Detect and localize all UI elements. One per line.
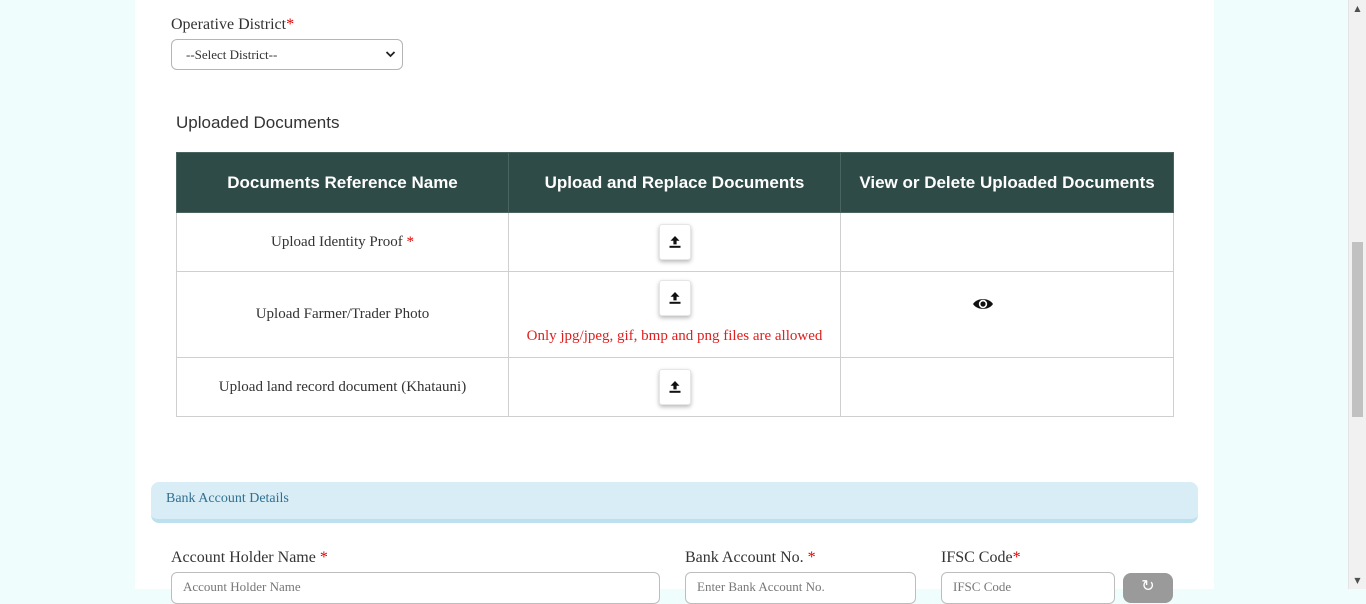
ifsc-label-text: IFSC Code [941, 549, 1013, 566]
required-mark: * [286, 16, 295, 33]
bank-account-placeholder: Enter Bank Account No. [697, 579, 825, 594]
chevron-down-icon [385, 40, 396, 81]
account-holder-name-input[interactable]: Account Holder Name [171, 572, 660, 604]
upload-icon [669, 292, 680, 304]
bank-account-number-input[interactable]: Enter Bank Account No. [685, 572, 916, 604]
upload-identity-proof-button[interactable] [658, 224, 691, 260]
document-name-cell: Upload land record document (Khatauni) [176, 357, 509, 417]
upload-cell: Only jpg/jpeg, gif, bmp and png files ar… [508, 271, 841, 358]
scroll-down-arrow-icon[interactable]: ▼ [1349, 572, 1366, 589]
view-delete-cell [840, 357, 1174, 417]
column-header-reference-name: Documents Reference Name [176, 152, 509, 213]
upload-farmer-photo-button[interactable] [658, 280, 691, 316]
column-header-view-delete: View or Delete Uploaded Documents [840, 152, 1174, 213]
account-holder-label-text: Account Holder Name [171, 549, 316, 566]
required-mark: * [319, 549, 328, 566]
view-delete-cell [840, 212, 1174, 272]
document-name: Upload land record document (Khatauni) [218, 378, 467, 395]
account-holder-placeholder: Account Holder Name [183, 579, 301, 594]
table-row: Upload Farmer/Trader Photo Only jpg/jpeg… [176, 271, 1174, 358]
uploaded-documents-title: Uploaded Documents [176, 113, 340, 132]
eye-icon[interactable] [972, 297, 994, 316]
file-type-note: Only jpg/jpeg, gif, bmp and png files ar… [526, 328, 823, 344]
document-name-cell: Upload Identity Proof * [176, 212, 509, 272]
district-label-text: Operative District [171, 16, 287, 33]
district-select[interactable]: --Select District-- [171, 39, 403, 70]
district-label: Operative District* [171, 16, 294, 34]
documents-table: Documents Reference Name Upload and Repl… [176, 152, 1174, 417]
upload-cell [508, 212, 841, 272]
upload-land-record-button[interactable] [658, 369, 691, 405]
district-select-value: --Select District-- [186, 47, 278, 62]
bank-details-panel-header: Bank Account Details [151, 482, 1198, 523]
column-header-upload-replace: Upload and Replace Documents [508, 152, 841, 213]
required-mark: * [807, 549, 816, 566]
upload-cell [508, 357, 841, 417]
scroll-up-arrow-icon[interactable]: ▲ [1349, 0, 1366, 17]
view-delete-cell [840, 271, 1174, 358]
ifsc-placeholder: IFSC Code [953, 579, 1012, 594]
scrollbar-thumb[interactable] [1352, 242, 1363, 417]
document-name-cell: Upload Farmer/Trader Photo [176, 271, 509, 358]
refresh-icon: ↻ [1141, 576, 1155, 595]
required-mark: * [406, 233, 414, 250]
page-scrollbar[interactable]: ▲ ▼ [1348, 0, 1366, 589]
upload-icon [669, 236, 680, 248]
document-name: Upload Farmer/Trader Photo [255, 306, 430, 322]
required-mark: * [1012, 549, 1021, 566]
table-header-row: Documents Reference Name Upload and Repl… [176, 152, 1174, 213]
table-row: Upload land record document (Khatauni) [176, 357, 1174, 417]
ifsc-label: IFSC Code* [941, 549, 1021, 567]
ifsc-code-input[interactable]: IFSC Code [941, 572, 1115, 604]
upload-icon [669, 381, 680, 393]
account-holder-label: Account Holder Name * [171, 549, 328, 567]
bank-account-label: Bank Account No. * [685, 549, 816, 567]
document-name: Upload Identity Proof [271, 233, 403, 250]
bank-account-label-text: Bank Account No. [685, 549, 804, 566]
table-row: Upload Identity Proof * [176, 212, 1174, 272]
bank-details-title: Bank Account Details [166, 491, 289, 506]
ifsc-refresh-button[interactable]: ↻ [1123, 573, 1173, 603]
